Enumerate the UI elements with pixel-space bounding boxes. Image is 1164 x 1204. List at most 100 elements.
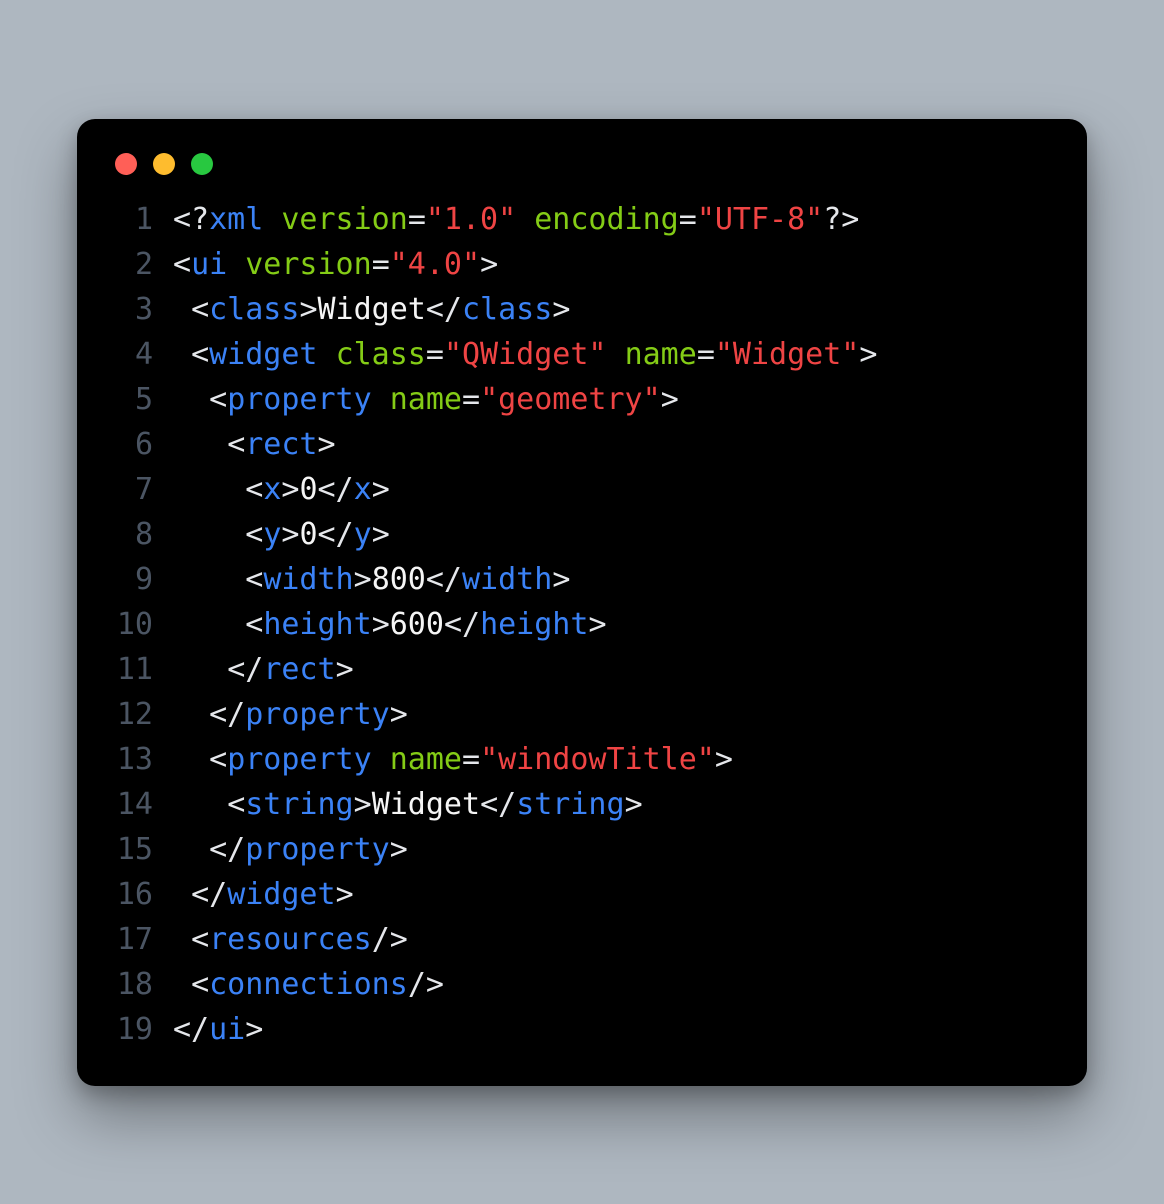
code-token: =	[697, 337, 715, 372]
line-number: 14	[111, 782, 173, 827]
line-number: 16	[111, 872, 173, 917]
code-token: <	[227, 787, 245, 822]
code-token: <	[245, 562, 263, 597]
line-content[interactable]: <height>600</height>	[173, 602, 1053, 647]
code-token: Widget	[372, 787, 480, 822]
code-token	[263, 202, 281, 237]
line-content[interactable]: <property name="geometry">	[173, 377, 1053, 422]
line-number: 8	[111, 512, 173, 557]
code-token: >	[390, 832, 408, 867]
code-token: rect	[245, 427, 317, 462]
line-content[interactable]: </property>	[173, 827, 1053, 872]
code-line[interactable]: 4 <widget class="QWidget" name="Widget">	[111, 332, 1053, 377]
code-line[interactable]: 2<ui version="4.0">	[111, 242, 1053, 287]
line-number: 7	[111, 467, 173, 512]
line-content[interactable]: </rect>	[173, 647, 1053, 692]
code-token: >	[336, 652, 354, 687]
line-content[interactable]: <y>0</y>	[173, 512, 1053, 557]
code-token: >	[281, 472, 299, 507]
code-line[interactable]: 8 <y>0</y>	[111, 512, 1053, 557]
code-token: y	[263, 517, 281, 552]
line-number: 12	[111, 692, 173, 737]
line-content[interactable]: <widget class="QWidget" name="Widget">	[173, 332, 1053, 377]
code-line[interactable]: 16 </widget>	[111, 872, 1053, 917]
code-token	[173, 922, 191, 957]
line-content[interactable]: <resources/>	[173, 917, 1053, 962]
code-token: 600	[390, 607, 444, 642]
code-line[interactable]: 7 <x>0</x>	[111, 467, 1053, 512]
code-token: x	[354, 472, 372, 507]
code-token: name	[625, 337, 697, 372]
code-token: "geometry"	[480, 382, 661, 417]
code-line[interactable]: 9 <width>800</width>	[111, 557, 1053, 602]
code-token: >	[318, 427, 336, 462]
line-content[interactable]: <string>Widget</string>	[173, 782, 1053, 827]
line-content[interactable]: </property>	[173, 692, 1053, 737]
zoom-icon[interactable]	[191, 153, 213, 175]
code-token	[173, 877, 191, 912]
code-token: />	[408, 967, 444, 1002]
line-content[interactable]: </ui>	[173, 1007, 1053, 1052]
code-token: </	[209, 697, 245, 732]
code-token: >	[354, 787, 372, 822]
code-token: =	[462, 382, 480, 417]
code-token: >	[354, 562, 372, 597]
code-line[interactable]: 11 </rect>	[111, 647, 1053, 692]
code-token: <	[191, 292, 209, 327]
code-token: </	[444, 607, 480, 642]
code-line[interactable]: 14 <string>Widget</string>	[111, 782, 1053, 827]
code-token	[173, 967, 191, 1002]
code-token: <	[191, 922, 209, 957]
line-number: 3	[111, 287, 173, 332]
line-content[interactable]: </widget>	[173, 872, 1053, 917]
line-number: 6	[111, 422, 173, 467]
code-token	[173, 382, 209, 417]
line-content[interactable]: <x>0</x>	[173, 467, 1053, 512]
code-token: name	[390, 742, 462, 777]
code-line[interactable]: 19</ui>	[111, 1007, 1053, 1052]
code-token: string	[516, 787, 624, 822]
code-token: y	[354, 517, 372, 552]
code-line[interactable]: 3 <class>Widget</class>	[111, 287, 1053, 332]
code-token: <	[191, 967, 209, 1002]
line-content[interactable]: <property name="windowTitle">	[173, 737, 1053, 782]
code-line[interactable]: 6 <rect>	[111, 422, 1053, 467]
code-token: encoding	[534, 202, 679, 237]
code-editor[interactable]: 1<?xml version="1.0" encoding="UTF-8"?>2…	[111, 197, 1053, 1052]
code-token: "4.0"	[390, 247, 480, 282]
line-content[interactable]: <?xml version="1.0" encoding="UTF-8"?>	[173, 197, 1053, 242]
line-content[interactable]: <connections/>	[173, 962, 1053, 1007]
code-token: <	[245, 472, 263, 507]
code-line[interactable]: 1<?xml version="1.0" encoding="UTF-8"?>	[111, 197, 1053, 242]
line-content[interactable]: <width>800</width>	[173, 557, 1053, 602]
code-line[interactable]: 12 </property>	[111, 692, 1053, 737]
code-line[interactable]: 5 <property name="geometry">	[111, 377, 1053, 422]
code-token: >	[715, 742, 733, 777]
close-icon[interactable]	[115, 153, 137, 175]
line-number: 15	[111, 827, 173, 872]
line-number: 4	[111, 332, 173, 377]
code-token	[173, 742, 209, 777]
code-token: <?	[173, 202, 209, 237]
code-token: >	[390, 697, 408, 732]
minimize-icon[interactable]	[153, 153, 175, 175]
code-token: width	[462, 562, 552, 597]
code-token: </	[227, 652, 263, 687]
line-content[interactable]: <class>Widget</class>	[173, 287, 1053, 332]
line-content[interactable]: <rect>	[173, 422, 1053, 467]
code-line[interactable]: 13 <property name="windowTitle">	[111, 737, 1053, 782]
code-token: </	[318, 517, 354, 552]
code-token: >	[372, 517, 390, 552]
code-token: "Widget"	[715, 337, 860, 372]
code-token	[173, 427, 227, 462]
code-line[interactable]: 15 </property>	[111, 827, 1053, 872]
code-line[interactable]: 17 <resources/>	[111, 917, 1053, 962]
code-line[interactable]: 18 <connections/>	[111, 962, 1053, 1007]
code-token: height	[480, 607, 588, 642]
line-content[interactable]: <ui version="4.0">	[173, 242, 1053, 287]
code-token: </	[209, 832, 245, 867]
code-token: <	[173, 247, 191, 282]
code-token	[318, 337, 336, 372]
code-token: 0	[299, 472, 317, 507]
code-line[interactable]: 10 <height>600</height>	[111, 602, 1053, 647]
